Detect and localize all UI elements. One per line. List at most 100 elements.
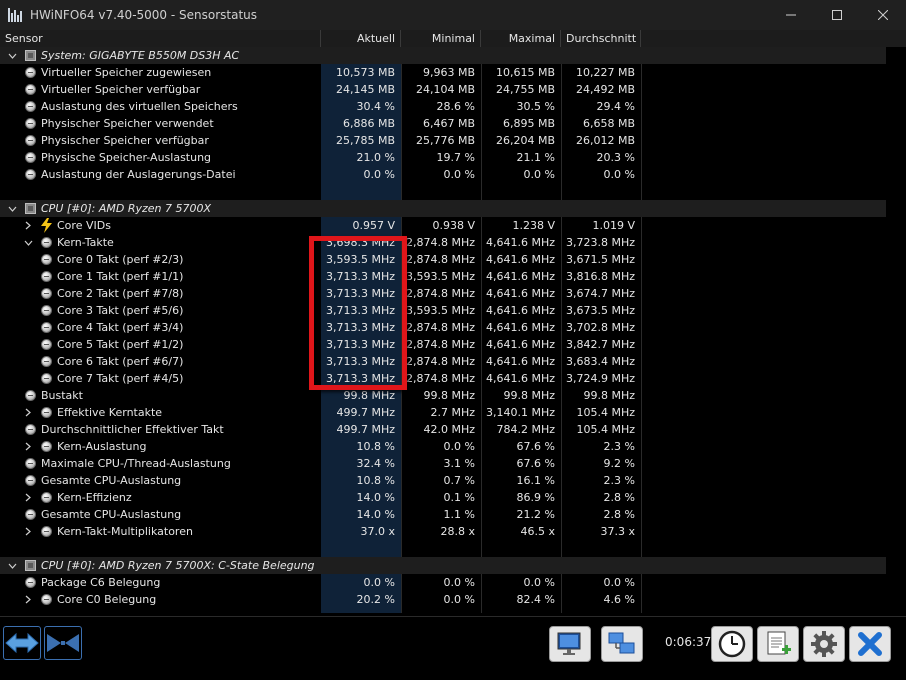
value-max: 1.238 V (512, 219, 555, 232)
sensor-row[interactable]: Kern-Auslastung 10.8 % 0.0 % 67.6 % 2.3 % (0, 438, 886, 455)
sensor-label: Physischer Speicher verfügbar (41, 134, 209, 147)
sensor-label: Physischer Speicher verwendet (41, 117, 214, 130)
header-avg[interactable]: Durchschnitt (561, 30, 641, 47)
chevron-right-icon[interactable] (22, 404, 34, 421)
value-avg: 1.019 V (592, 219, 635, 232)
sensor-table: System: GIGABYTE B550M DS3H AC Virtueller… (0, 47, 886, 613)
sensor-label: Auslastung der Auslagerungs-Datei (41, 168, 236, 181)
sensor-group-row[interactable]: CPU [#0]: AMD Ryzen 7 5700X (0, 200, 886, 217)
value-avg: 0.0 % (603, 576, 635, 589)
value-avg: 3,671.5 MHz (565, 253, 635, 266)
sensor-row[interactable]: Maximale CPU-/Thread-Auslastung 32.4 % 3.1… (0, 455, 886, 472)
navigate-collapse-button[interactable] (44, 626, 82, 660)
sensor-row[interactable]: Bustakt 99.8 MHz 99.8 MHz 99.8 MHz 99.8 MHz (0, 387, 886, 404)
sensor-row[interactable]: Core 6 Takt (perf #6/7) 3,713.3 MHz 2,874.… (0, 353, 886, 370)
value-max: 4,641.6 MHz (485, 253, 555, 266)
minimize-button[interactable] (768, 0, 814, 30)
sensor-row[interactable]: Package C6 Belegung 0.0 % 0.0 % 0.0 % 0.0 % (0, 574, 886, 591)
value-min: 0.1 % (443, 491, 475, 504)
value-cur: 499.7 MHz (336, 406, 395, 419)
sensor-label: Effektive Kerntakte (57, 406, 163, 419)
sensor-row[interactable]: Auslastung der Auslagerungs-Datei 0.0 % 0.… (0, 166, 886, 183)
sensor-label: Core 6 Takt (perf #6/7) (57, 355, 184, 368)
monitor-button[interactable] (549, 626, 591, 662)
highlight-annotation-box (309, 236, 407, 390)
sensor-row[interactable]: Core C0 Belegung 20.2 % 0.0 % 82.4 % 4.6 % (0, 591, 886, 608)
chip-icon (25, 560, 36, 571)
vertical-scrollbar[interactable] (886, 47, 906, 613)
sensor-row[interactable]: Core 4 Takt (perf #3/4) 3,713.3 MHz 2,874.… (0, 319, 886, 336)
gauge-icon (41, 594, 52, 605)
chevron-down-icon[interactable] (6, 200, 18, 217)
navigate-expand-button[interactable] (3, 626, 41, 660)
sensor-label: Kern-Takte (57, 236, 114, 249)
header-sensor[interactable]: Sensor (0, 30, 321, 47)
sensor-row[interactable]: Core 2 Takt (perf #7/8) 3,713.3 MHz 2,874.… (0, 285, 886, 302)
sensor-row[interactable]: Core 3 Takt (perf #5/6) 3,713.3 MHz 3,593.… (0, 302, 886, 319)
maximize-button[interactable] (814, 0, 860, 30)
value-avg: 3,842.7 MHz (565, 338, 635, 351)
sensor-row[interactable]: Core 7 Takt (perf #4/5) 3,713.3 MHz 2,874.… (0, 370, 886, 387)
gauge-icon (41, 526, 52, 537)
sensor-row[interactable]: Physischer Speicher verfügbar 25,785 MB 25… (0, 132, 886, 149)
sensor-row[interactable]: Physische Speicher-Auslastung 21.0 % 19.7 … (0, 149, 886, 166)
reset-timer-button[interactable] (711, 626, 753, 662)
minimize-icon (786, 14, 796, 16)
value-max: 26,204 MB (495, 134, 555, 147)
chevron-right-icon[interactable] (22, 591, 34, 608)
header-max[interactable]: Maximal (481, 30, 561, 47)
value-max: 4,641.6 MHz (485, 287, 555, 300)
value-cur: 6,886 MB (342, 117, 395, 130)
gauge-icon (41, 322, 52, 333)
value-avg: 99.8 MHz (583, 389, 635, 402)
sensor-row[interactable]: Effektive Kerntakte 499.7 MHz 2.7 MHz 3,140… (0, 404, 886, 421)
sensor-row[interactable]: Physischer Speicher verwendet 6,886 MB 6,4… (0, 115, 886, 132)
sensor-label: Core 5 Takt (perf #1/2) (57, 338, 184, 351)
sensor-group-row[interactable]: System: GIGABYTE B550M DS3H AC (0, 47, 886, 64)
chevron-right-icon[interactable] (22, 489, 34, 506)
chevron-down-icon[interactable] (6, 557, 18, 574)
header-min[interactable]: Minimal (401, 30, 481, 47)
log-button[interactable] (757, 626, 799, 662)
chevron-right-icon[interactable] (22, 438, 34, 455)
value-avg: 105.4 MHz (576, 423, 635, 436)
chevron-down-icon[interactable] (6, 47, 18, 64)
chevron-right-icon[interactable] (22, 217, 34, 234)
sensor-label: Core 4 Takt (perf #3/4) (57, 321, 184, 334)
value-max: 24,755 MB (495, 83, 555, 96)
sensor-row[interactable]: Core 5 Takt (perf #1/2) 3,713.3 MHz 2,874.… (0, 336, 886, 353)
value-max: 21.1 % (516, 151, 555, 164)
sensor-row[interactable]: Kern-Effizienz 14.0 % 0.1 % 86.9 % 2.8 % (0, 489, 886, 506)
sensor-group-row[interactable]: CPU [#0]: AMD Ryzen 7 5700X: C-State Bel… (0, 557, 886, 574)
gauge-icon (41, 305, 52, 316)
sensor-row[interactable]: Gesamte CPU-Auslastung 10.8 % 0.7 % 16.1 % 2… (0, 472, 886, 489)
sensor-row[interactable]: Virtueller Speicher zugewiesen 10,573 MB 9… (0, 64, 886, 81)
header-current[interactable]: Aktuell (321, 30, 401, 47)
sensor-row[interactable]: Core VIDs 0.957 V 0.938 V 1.238 V 1.019 V (0, 217, 886, 234)
value-cur: 37.0 x (360, 525, 396, 538)
settings-button[interactable] (803, 626, 845, 662)
value-max: 4,641.6 MHz (485, 355, 555, 368)
value-avg: 3,683.4 MHz (565, 355, 635, 368)
network-button[interactable] (601, 626, 643, 662)
sensor-row[interactable]: Gesamte CPU-Auslastung 14.0 % 1.1 % 21.2 % 2… (0, 506, 886, 523)
sensor-row[interactable]: Durchschnittlicher Effektiver Takt 499.7 … (0, 421, 886, 438)
sensor-row[interactable]: Virtueller Speicher verfügbar 24,145 MB 24… (0, 81, 886, 98)
close-sensors-button[interactable] (849, 626, 891, 662)
gauge-icon (41, 373, 52, 384)
double-arrow-out-icon (5, 632, 39, 654)
value-cur: 499.7 MHz (336, 423, 395, 436)
value-min: 2,874.8 MHz (405, 355, 475, 368)
value-max: 86.9 % (516, 491, 555, 504)
sensor-row[interactable]: Kern-Takt-Multiplikatoren 37.0 x 28.8 x 46.… (0, 523, 886, 540)
sensor-row[interactable]: Core 0 Takt (perf #2/3) 3,593.5 MHz 2,874.… (0, 251, 886, 268)
sensor-row[interactable]: Kern-Takte 3,698.3 MHz 2,874.8 MHz 4,641.6 … (0, 234, 886, 251)
sensor-label: Core 1 Takt (perf #1/1) (57, 270, 184, 283)
sensor-label: Package C6 Belegung (41, 576, 161, 589)
gauge-icon (25, 475, 36, 486)
chevron-right-icon[interactable] (22, 523, 34, 540)
chevron-down-icon[interactable] (22, 234, 34, 251)
sensor-row[interactable]: Core 1 Takt (perf #1/1) 3,713.3 MHz 3,593.… (0, 268, 886, 285)
close-window-button[interactable] (860, 0, 906, 30)
sensor-row[interactable]: Auslastung des virtuellen Speichers 30.4 … (0, 98, 886, 115)
